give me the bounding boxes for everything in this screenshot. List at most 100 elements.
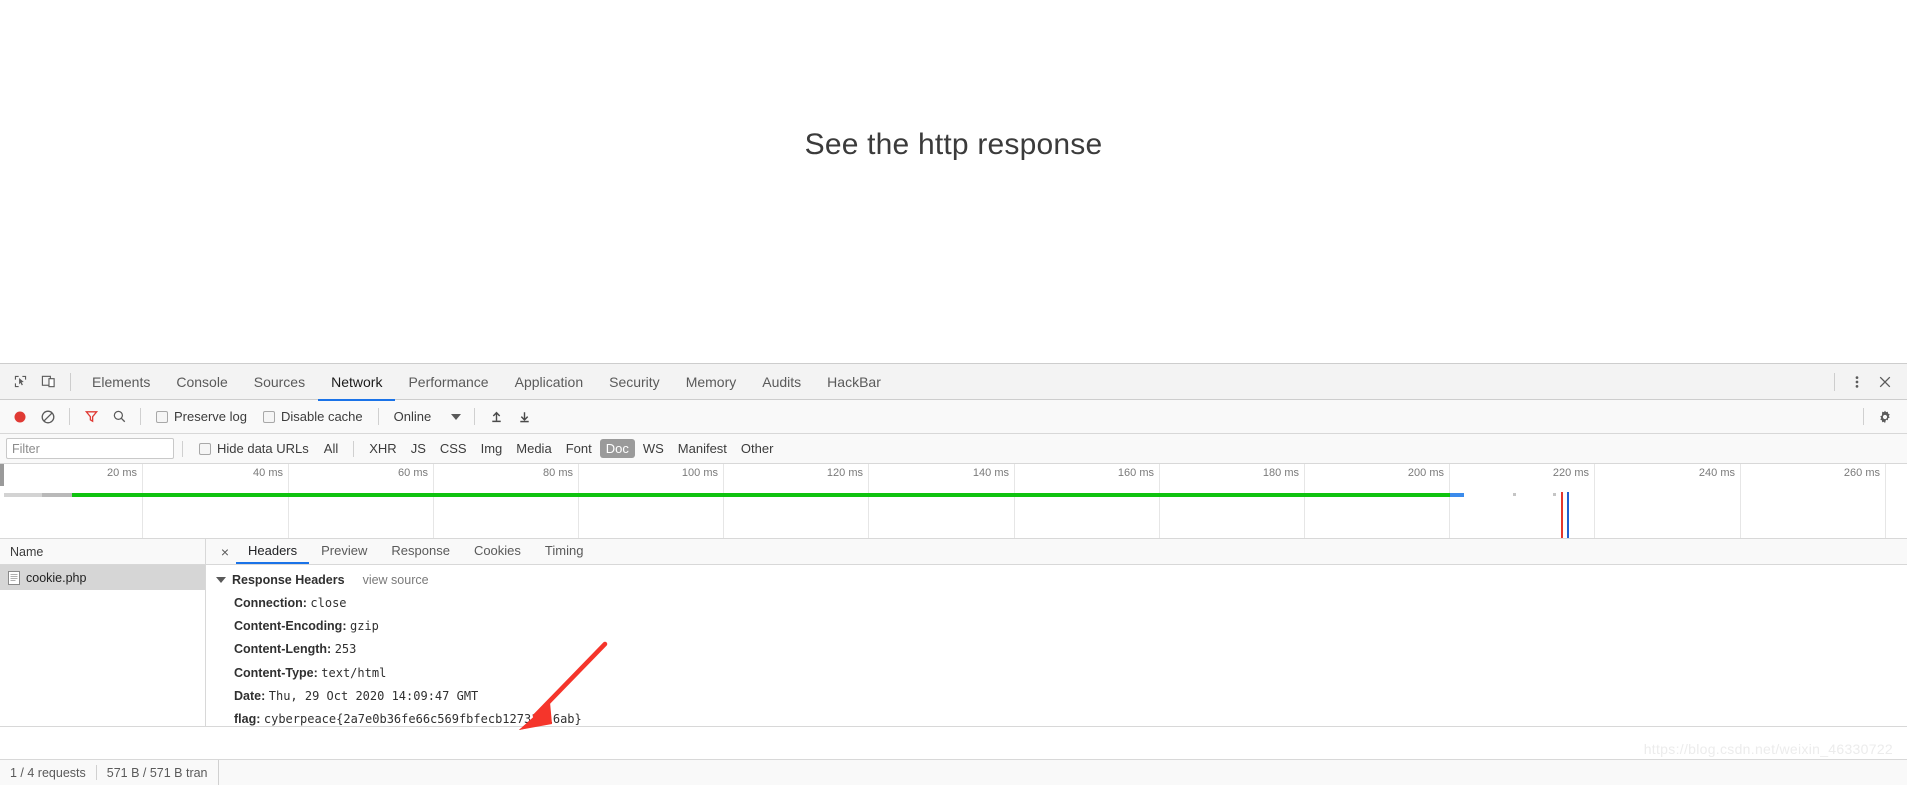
detail-tab-cookies[interactable]: Cookies — [462, 539, 533, 564]
header-name: Content-Length: — [234, 642, 332, 657]
response-headers-section-header[interactable]: Response Headers view source — [206, 571, 1907, 591]
tab-elements[interactable]: Elements — [79, 365, 163, 401]
device-toolbar-icon[interactable] — [34, 368, 62, 396]
tab-label: HackBar — [827, 373, 881, 390]
request-list-header[interactable]: Name — [0, 539, 205, 565]
tab-label: Elements — [92, 373, 151, 390]
filter-input[interactable] — [6, 438, 174, 459]
timeline-gridline — [1014, 464, 1015, 538]
header-value: gzip — [349, 618, 379, 633]
browser-page-viewport: See the http response — [0, 0, 1907, 363]
transferred-size-status: 571 B / 571 B tran — [106, 765, 208, 780]
preserve-log-checkbox[interactable]: Preserve log — [148, 409, 255, 424]
filterbar-divider-2 — [353, 440, 355, 457]
tab-audits[interactable]: Audits — [749, 365, 814, 401]
request-band-stalled — [4, 493, 42, 497]
hide-data-urls-checkbox[interactable]: Hide data URLs — [191, 441, 317, 456]
chevron-down-icon — [451, 413, 462, 420]
filter-type-js[interactable]: JS — [405, 439, 432, 458]
timeline-tick-label: 220 ms — [1552, 467, 1589, 479]
header-row-flag: flag: cyberpeace{2a7e0b36fe66c569fbfecb1… — [206, 708, 1907, 726]
timeline-tick-label: 200 ms — [1407, 467, 1444, 479]
request-row-cookie-php[interactable]: cookie.php — [0, 565, 205, 590]
detail-tab-headers[interactable]: Headers — [236, 539, 310, 564]
settings-gear-icon[interactable] — [1871, 403, 1899, 431]
header-value: cyberpeace{2a7e0b36fe66c569fbfecb12731f1… — [263, 712, 582, 726]
dom-content-loaded-marker — [1561, 492, 1563, 538]
filter-type-all[interactable]: All — [318, 439, 344, 458]
filter-type-img[interactable]: Img — [475, 439, 509, 458]
toolbar-divider-2 — [140, 408, 141, 425]
timeline-tick-label: 120 ms — [826, 467, 863, 479]
filter-type-manifest[interactable]: Manifest — [672, 439, 733, 458]
network-overview-timeline[interactable]: 20 ms 40 ms 60 ms 80 ms 100 ms 120 ms 14… — [0, 464, 1907, 539]
record-button-icon[interactable] — [6, 403, 34, 431]
timeline-tick-label: 100 ms — [681, 467, 718, 479]
detail-tab-response[interactable]: Response — [379, 539, 462, 564]
timeline-tick-label: 160 ms — [1117, 467, 1154, 479]
overview-left-edge — [0, 464, 4, 486]
detail-tab-preview[interactable]: Preview — [309, 539, 379, 564]
view-source-link[interactable]: view source — [363, 573, 429, 587]
network-toolbar: Preserve log Disable cache Online — [0, 400, 1907, 434]
timeline-gridline — [1594, 464, 1595, 538]
toolbar-divider-4 — [474, 408, 476, 425]
header-value: close — [310, 595, 347, 610]
devtools-tabbar: Elements Console Sources Network Perform… — [0, 364, 1907, 401]
timeline-gridline — [723, 464, 724, 538]
filter-type-css[interactable]: CSS — [434, 439, 473, 458]
tab-network[interactable]: Network — [318, 365, 396, 401]
import-har-icon[interactable] — [482, 403, 510, 431]
tab-hackbar[interactable]: HackBar — [814, 365, 894, 401]
request-band-downloading — [1450, 493, 1464, 497]
column-header-name: Name — [10, 544, 44, 559]
filter-type-media[interactable]: Media — [510, 439, 557, 458]
search-magnifier-icon[interactable] — [105, 403, 133, 431]
tab-performance[interactable]: Performance — [395, 365, 501, 401]
export-har-icon[interactable] — [510, 403, 538, 431]
toolbar-divider-3 — [377, 408, 379, 425]
timeline-gridline — [1885, 464, 1886, 538]
tab-sources[interactable]: Sources — [241, 365, 318, 401]
tab-memory[interactable]: Memory — [673, 365, 750, 401]
tab-application[interactable]: Application — [502, 365, 597, 401]
network-filterbar: Hide data URLs All XHR JS CSS Img Media … — [0, 434, 1907, 464]
filter-type-font[interactable]: Font — [560, 439, 598, 458]
checkbox-box — [262, 410, 275, 423]
header-row-content-length: Content-Length: 253 — [206, 638, 1907, 661]
request-count-status: 1 / 4 requests — [10, 765, 86, 780]
tab-label: Memory — [685, 373, 737, 390]
header-row-content-encoding: Content-Encoding: gzip — [206, 614, 1907, 637]
timeline-marker-dot — [1513, 493, 1516, 496]
filter-type-doc[interactable]: Doc — [599, 439, 635, 458]
inspect-element-icon[interactable] — [6, 368, 34, 396]
filterbar-divider-1 — [182, 440, 183, 457]
close-detail-icon[interactable]: × — [214, 539, 236, 564]
filter-type-other[interactable]: Other — [735, 439, 780, 458]
timeline-gridline — [868, 464, 869, 538]
devtools-panel: Elements Console Sources Network Perform… — [0, 363, 1907, 785]
page-heading: See the http response — [804, 128, 1103, 161]
toolbar-divider-5 — [1863, 408, 1864, 425]
disable-cache-checkbox[interactable]: Disable cache — [255, 409, 371, 424]
detail-tabbar: × Headers Preview Response Cookies Timin… — [206, 539, 1907, 565]
tab-console[interactable]: Console — [163, 365, 240, 401]
filter-funnel-icon[interactable] — [77, 403, 105, 431]
timeline-tick-label: 140 ms — [972, 467, 1009, 479]
tab-security[interactable]: Security — [596, 365, 673, 401]
filter-type-ws[interactable]: WS — [637, 439, 670, 458]
tabbar-right-controls — [1826, 368, 1907, 396]
request-list-pane: Name cookie.php — [0, 539, 206, 726]
header-name: Content-Type: — [234, 665, 318, 680]
three-dots-menu-icon[interactable] — [1843, 368, 1871, 396]
throttling-dropdown[interactable]: Online — [386, 409, 468, 424]
devtools-tab-list: Elements Console Sources Network Perform… — [79, 364, 894, 401]
filter-type-xhr[interactable]: XHR — [363, 439, 402, 458]
timeline-gridline — [1740, 464, 1741, 538]
detail-tab-timing[interactable]: Timing — [533, 539, 596, 564]
clear-network-log-icon[interactable] — [34, 403, 62, 431]
close-devtools-icon[interactable] — [1871, 368, 1899, 396]
network-split-view: Name cookie.php × Headers Preview Respon… — [0, 539, 1907, 727]
timeline-tick-label: 40 ms — [253, 467, 283, 479]
headers-content: Response Headers view source Connection:… — [206, 565, 1907, 726]
